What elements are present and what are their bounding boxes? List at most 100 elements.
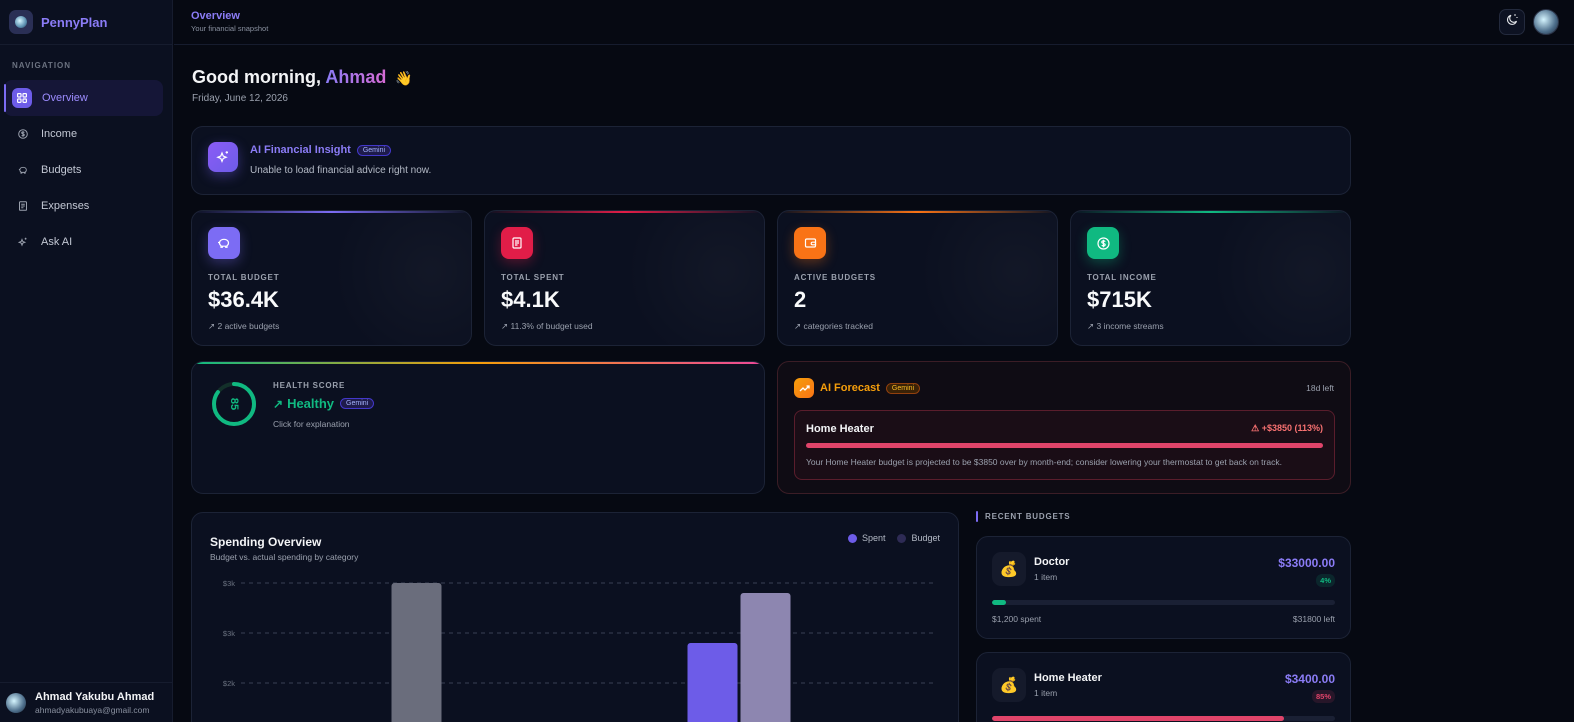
sidebar-item-label: Expenses [41, 200, 90, 212]
legend-label: Spent [861, 533, 886, 543]
stat-card-active-budgets: ACTIVE BUDGETS 2 ↗ categories tracked [777, 210, 1058, 346]
page-title: Overview [191, 10, 240, 22]
y-tick-label: $2k [223, 679, 235, 688]
budget-name: Home Heater [1034, 672, 1102, 684]
sidebar-item-expenses[interactable]: Expenses [0, 188, 173, 224]
stat-value: $715K [1087, 287, 1152, 312]
sidebar-item-budgets[interactable]: Budgets [0, 152, 173, 188]
insight-title: AI Financial Insight Gemini [250, 144, 392, 156]
forecast-item: Home Heater ⚠ +$3850 (113%) Your Home He… [794, 410, 1335, 480]
budget-progress-fill [992, 600, 1006, 605]
stat-label: TOTAL SPENT [501, 273, 565, 282]
theme-toggle-button[interactable] [1499, 9, 1525, 35]
sidebar-item-overview[interactable]: Overview [4, 80, 163, 116]
greeting-prefix: Good morning, [192, 67, 321, 87]
piggy-bank-icon [18, 165, 28, 175]
trend-up-icon [794, 378, 814, 398]
recent-budgets-heading: RECENT BUDGETS [976, 511, 1070, 522]
sidebar-item-income[interactable]: Income [0, 116, 173, 152]
app-logo-icon [9, 10, 33, 34]
stat-value: $4.1K [501, 287, 560, 312]
greeting: Good morning, Ahmad 👋 [192, 67, 413, 88]
avatar [6, 692, 26, 713]
current-date: Friday, June 12, 2026 [192, 93, 288, 104]
budget-spent: $1,200 spent [992, 614, 1042, 624]
page-subtitle: Your financial snapshot [191, 24, 269, 33]
budget-progress-fill [992, 716, 1284, 721]
health-hint: Click for explanation [273, 419, 350, 429]
budget-item-count: 1 item [1034, 572, 1058, 582]
stat-card-total-spent: TOTAL SPENT $4.1K ↗ 11.3% of budget used [484, 210, 765, 346]
insight-title-text: AI Financial Insight [250, 144, 351, 156]
gemini-badge: Gemini [340, 398, 375, 409]
budget-card-doctor[interactable]: 💰 Doctor 1 item $33000.00 4% $1,200 spen… [976, 536, 1351, 639]
health-score-value: 85 [228, 397, 240, 411]
health-accent-line [192, 362, 764, 364]
insight-message: Unable to load financial advice right no… [250, 165, 432, 176]
moon-icon [1506, 13, 1519, 31]
stat-value: $36.4K [208, 287, 279, 312]
chart-legend: Spent Budget [847, 533, 940, 543]
stat-sub: ↗ 11.3% of budget used [501, 321, 593, 331]
ai-insight-card: AI Financial Insight Gemini Unable to loa… [191, 126, 1351, 195]
sidebar: PennyPlan NAVIGATION Overview Income Bud… [0, 0, 173, 722]
budget-progress-track [992, 716, 1335, 721]
sidebar-item-ask-ai[interactable]: Ask AI [0, 224, 173, 260]
ai-forecast-card: AI Forecast Gemini 18d left Home Heater ⚠… [777, 361, 1351, 494]
receipt-icon [18, 201, 28, 211]
budget-percent-badge: 4% [1316, 574, 1335, 587]
stat-sub: ↗ 3 income streams [1087, 321, 1164, 331]
trend-up-icon: ↗ [273, 396, 284, 411]
forecast-overage: ⚠ +$3850 (113%) [1251, 423, 1323, 434]
legend-label: Budget [911, 533, 940, 543]
user-email: ahmadyakubuaya@gmail.com [35, 704, 150, 715]
stat-label: TOTAL BUDGET [208, 273, 280, 282]
budget-amount: $33000.00 [1278, 556, 1335, 570]
sparkles-icon [18, 237, 28, 247]
sidebar-item-label: Ask AI [41, 236, 73, 248]
stat-sub-text: 3 income streams [1096, 321, 1164, 331]
forecast-overage-text: +$3850 (113%) [1261, 423, 1323, 433]
brand[interactable]: PennyPlan [0, 0, 172, 45]
budget-percent-badge: 85% [1311, 690, 1335, 703]
budget-progress-track [992, 600, 1335, 605]
stat-card-total-income: TOTAL INCOME $715K ↗ 3 income streams [1070, 210, 1351, 346]
stat-sub: ↗ categories tracked [794, 321, 873, 331]
legend-item-spent[interactable]: Spent [847, 533, 886, 543]
bar-budget-doctor [391, 583, 442, 722]
stat-sub-text: 11.3% of budget used [510, 321, 593, 331]
forecast-title: AI Forecast Gemini [820, 382, 921, 394]
dollar-circle-icon [1087, 227, 1119, 259]
grid-icon [12, 88, 32, 108]
stat-label: TOTAL INCOME [1087, 273, 1157, 282]
sidebar-item-label: Overview [42, 92, 88, 104]
warning-icon: ⚠ [1251, 423, 1260, 433]
legend-item-budget[interactable]: Budget [897, 533, 940, 543]
dollar-circle-icon [18, 129, 28, 139]
budget-amount: $3400.00 [1284, 672, 1335, 686]
topbar: Overview Your financial snapshot [174, 0, 1574, 45]
app-name: PennyPlan [41, 14, 108, 30]
nav-heading: NAVIGATION [12, 61, 72, 70]
bar-spent-home-heater [687, 643, 738, 722]
wallet-icon [794, 227, 826, 259]
forecast-progress-bar [806, 443, 1323, 448]
sparkles-icon [208, 142, 238, 172]
user-profile[interactable]: Ahmad Yakubu Ahmad ahmadyakubuaya@gmail.… [0, 682, 173, 722]
forecast-category: Home Heater [806, 423, 874, 435]
wave-emoji: 👋 [395, 70, 413, 86]
budget-name: Doctor [1034, 556, 1070, 568]
money-bag-icon: 💰 [992, 668, 1026, 702]
health-score-ring: 85 [210, 380, 258, 428]
receipt-icon [501, 227, 533, 259]
profile-avatar[interactable] [1533, 9, 1559, 35]
y-tick-label: $3k [223, 579, 235, 588]
forecast-title-text: AI Forecast [820, 382, 880, 394]
stat-sub-text: categories tracked [803, 321, 873, 331]
gemini-badge: Gemini [885, 383, 921, 394]
budget-card-home-heater[interactable]: 💰 Home Heater 1 item $3400.00 85% [976, 652, 1351, 722]
spending-overview-card: $3k $3k $2k Spending Overview Budget vs. a… [191, 512, 959, 722]
sidebar-item-label: Income [41, 128, 78, 140]
health-score-card[interactable]: 85 HEALTH SCORE ↗ Healthy Gemini Click f… [191, 361, 765, 494]
stat-value: 2 [794, 287, 807, 312]
